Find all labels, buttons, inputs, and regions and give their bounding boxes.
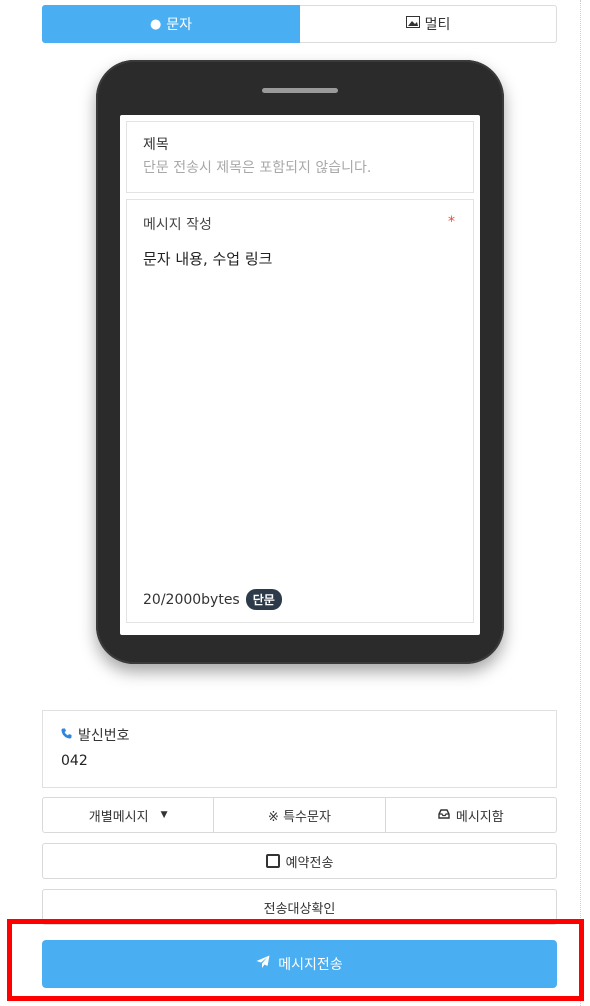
divider-line [580,0,581,1006]
check-recipients-label: 전송대상확인 [263,901,336,917]
message-box: 메시지 작성 * 문자 내용, 수업 링크 20/2000bytes 단문 [126,199,474,623]
individual-message-dropdown[interactable]: 개별메시지 ▼ [42,797,215,833]
sender-number-box: 발신번호 042 [42,710,557,788]
tab-sms-label: 문자 [166,17,193,33]
byte-count: 20/2000bytes [143,591,240,608]
message-box-label: 메시지함 [455,809,504,825]
message-box-button[interactable]: 메시지함 [385,797,557,833]
tab-mms[interactable]: 멀티 [300,5,557,43]
send-message-label: 메시지전송 [278,957,343,973]
sender-label: 발신번호 [78,728,130,744]
reserve-send-label: 예약전송 [285,855,334,871]
message-textarea[interactable]: 문자 내용, 수업 링크 [143,248,457,548]
tab-sms[interactable]: ● 문자 [42,5,300,43]
chat-bubble-icon: ● [149,16,162,32]
message-options-row: 개별메시지 ▼ ※ 특수문자 메시지함 [42,797,557,833]
tab-mms-label: 멀티 [424,17,451,33]
subject-box: 제목 [126,121,474,193]
send-message-button[interactable]: 메시지전송 [42,940,557,988]
required-mark: * [448,214,455,230]
reserve-send-toggle[interactable]: 예약전송 [42,843,557,879]
special-chars-button[interactable]: ※ 특수문자 [214,797,386,833]
byte-counter: 20/2000bytes 단문 [143,589,282,610]
individual-message-label: 개별메시지 [88,809,149,825]
image-icon [405,16,420,32]
checkbox-icon[interactable] [265,854,280,868]
inbox-icon [438,808,450,823]
sender-label-row: 발신번호 [61,725,538,745]
phone-speaker [262,88,338,93]
message-type-tabs: ● 문자 멀티 [42,5,557,43]
phone-screen: 제목 메시지 작성 * 문자 내용, 수업 링크 20/2000bytes 단문 [120,115,480,635]
phone-frame: 제목 메시지 작성 * 문자 내용, 수업 링크 20/2000bytes 단문 [96,60,504,664]
caret-down-icon: ▼ [160,810,168,820]
subject-input[interactable] [143,160,457,176]
special-chars-label: ※ 특수문자 [268,809,331,825]
subject-label: 제목 [143,137,169,153]
sender-number-value[interactable]: 042 [61,753,538,769]
phone-icon [61,728,72,743]
message-label: 메시지 작성 [143,217,212,233]
paper-plane-icon [256,955,270,973]
message-type-badge: 단문 [245,589,282,610]
